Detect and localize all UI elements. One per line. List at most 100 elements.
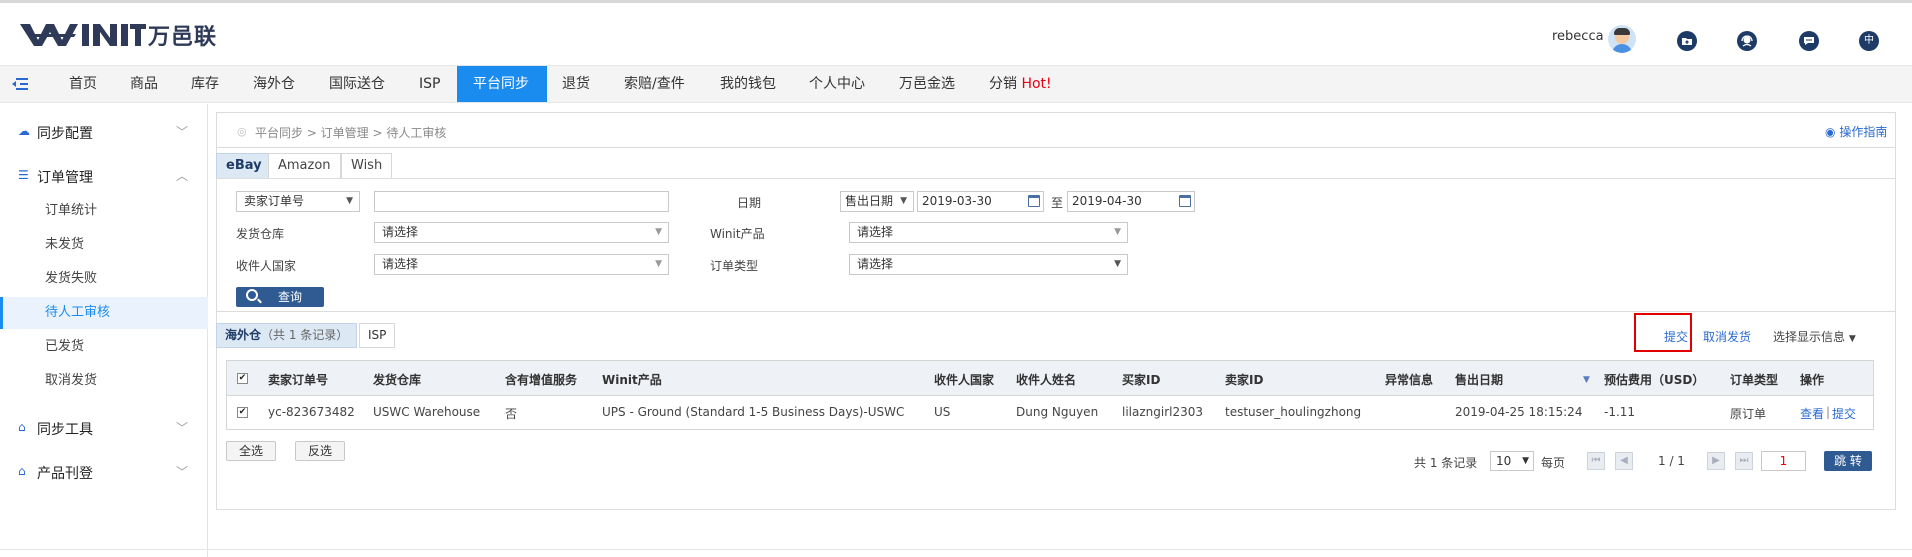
view-link[interactable]: 查看 (1800, 405, 1824, 422)
col-est-fee[interactable]: 预估费用（USD） (1604, 371, 1704, 388)
col-exception[interactable]: 异常信息 (1385, 371, 1433, 388)
page-number-input[interactable]: 1 (1761, 451, 1806, 471)
select-all-button[interactable]: 全选 (226, 441, 277, 461)
cell-sold-date: 2019-04-25 18:15:24 (1455, 405, 1583, 419)
date-to-input[interactable]: 2019-04-30 (1067, 191, 1195, 212)
dropdown-arrow-icon: ▼ (346, 196, 353, 206)
guide-link[interactable]: ◉ 操作指南 (1825, 123, 1887, 140)
calendar-icon[interactable] (1028, 195, 1040, 207)
last-page-icon[interactable]: ⏭ (1735, 452, 1753, 470)
orders-table: ✔ 卖家订单号 发货仓库 含有增值服务 Winit产品 收件人国家 收件人姓名 … (226, 360, 1874, 430)
language-icon[interactable]: 中 (1859, 31, 1879, 51)
next-page-icon[interactable]: ▶ (1707, 452, 1725, 470)
sidebar-item-order-stats[interactable]: 订单统计 (0, 195, 208, 227)
row-submit-link[interactable]: 提交 (1832, 405, 1856, 422)
tab-amazon[interactable]: Amazon (268, 153, 341, 179)
warehouse-value: 请选择 (382, 225, 419, 239)
country-select[interactable]: 请选择 ▼ (374, 254, 669, 275)
divider (0, 549, 1912, 550)
col-value-added[interactable]: 含有增值服务 (505, 371, 577, 388)
message-icon[interactable] (1799, 31, 1819, 51)
sidebar-group-order-management[interactable]: ☰ 订单管理 ︿ (0, 162, 208, 190)
sidebar-group-label: 同步配置 (37, 126, 93, 142)
nav-item-inventory[interactable]: 库存 (175, 66, 235, 102)
winit-logo[interactable]: 万邑联 (18, 17, 217, 53)
chevron-down-icon: ﹀ (176, 125, 189, 139)
order-no-input[interactable] (374, 191, 669, 212)
sidebar-group-product-listing[interactable]: ⌂ 产品刊登 ﹀ (0, 458, 208, 486)
caret-down-icon: ▼ (1848, 334, 1856, 344)
nav-item-isp[interactable]: ISP (403, 66, 456, 102)
sidebar-group-sync-tools[interactable]: ⌂ 同步工具 ﹀ (0, 414, 208, 442)
cell-country: US (934, 405, 951, 419)
table-row[interactable]: ✔ yc-823673482 USWC Warehouse 否 UPS - Gr… (227, 396, 1873, 429)
row-checkbox[interactable]: ✔ (237, 407, 248, 418)
col-country[interactable]: 收件人国家 (934, 371, 994, 388)
select-all-checkbox[interactable]: ✔ (237, 373, 248, 384)
col-warehouse[interactable]: 发货仓库 (373, 371, 421, 388)
country-label: 收件人国家 (236, 259, 297, 273)
divider (216, 509, 1896, 510)
tab-ebay[interactable]: eBay (216, 153, 272, 179)
warehouse-label: 发货仓库 (236, 227, 285, 241)
date-type-select[interactable]: 售出日期 ▼ (840, 191, 914, 212)
nav-item-claims[interactable]: 索赔/查件 (608, 66, 701, 102)
tab-wish[interactable]: Wish (341, 153, 393, 179)
sidebar-item-unshipped[interactable]: 未发货 (0, 229, 208, 261)
nav-item-platform-sync[interactable]: 平台同步 (457, 66, 547, 102)
jump-button[interactable]: 跳 转 (1824, 451, 1872, 471)
col-order-type[interactable]: 订单类型 (1730, 371, 1778, 388)
order-no-type-select[interactable]: 卖家订单号 ▼ (236, 191, 360, 212)
chevron-down-icon: ﹀ (176, 465, 189, 479)
folder-upload-icon[interactable] (1677, 31, 1697, 51)
hot-badge: Hot! (1021, 76, 1052, 92)
warehouse-select[interactable]: 请选择 ▼ (374, 222, 669, 243)
nav-item-intl-delivery[interactable]: 国际送仓 (313, 66, 401, 102)
first-page-icon[interactable]: ⏮ (1587, 452, 1605, 470)
date-from-input[interactable]: 2019-03-30 (917, 191, 1044, 212)
nav-item-wallet[interactable]: 我的钱包 (704, 66, 792, 102)
col-recipient[interactable]: 收件人姓名 (1016, 371, 1076, 388)
table-header: ✔ 卖家订单号 发货仓库 含有增值服务 Winit产品 收件人国家 收件人姓名 … (227, 361, 1873, 396)
sidebar-item-ship-failed[interactable]: 发货失败 (0, 263, 208, 295)
sidebar: ☁ 同步配置 ﹀ ☰ 订单管理 ︿ 订单统计 未发货 发货失败 待人工审核 已发… (0, 104, 208, 557)
pager-total: 共 1 条记录 (1414, 456, 1478, 470)
tab-overseas-warehouse[interactable]: 海外仓（共 1 条记录） (216, 323, 358, 348)
col-order-no[interactable]: 卖家订单号 (268, 371, 328, 388)
col-seller-id[interactable]: 卖家ID (1225, 371, 1263, 388)
nav-item-home[interactable]: 首页 (53, 66, 113, 102)
order-type-select[interactable]: 请选择 ▼ (849, 254, 1128, 275)
nav-item-overseas-warehouse[interactable]: 海外仓 (237, 66, 311, 102)
calendar-icon[interactable] (1179, 195, 1191, 207)
nav-item-returns[interactable]: 退货 (546, 66, 606, 102)
user-avatar[interactable] (1608, 25, 1636, 53)
username[interactable]: rebecca (1552, 29, 1604, 44)
col-product[interactable]: Winit产品 (602, 371, 662, 388)
breadcrumb-bar: ◎ 平台同步 > 订单管理 > 待人工审核 ◉ 操作指南 (216, 112, 1896, 148)
sidebar-item-pending-review[interactable]: 待人工审核 (0, 297, 208, 329)
tab-isp[interactable]: ISP (359, 323, 396, 348)
product-value: 请选择 (857, 225, 894, 239)
prev-page-icon[interactable]: ◀ (1615, 452, 1633, 470)
support-agent-icon[interactable] (1737, 31, 1757, 51)
search-button[interactable]: 查询 (236, 287, 324, 307)
col-sold-date[interactable]: 售出日期 (1455, 371, 1503, 388)
nav-item-distribution[interactable]: 分销 Hot! (973, 66, 1068, 102)
page-size-select[interactable]: 10 ▼ (1490, 451, 1534, 471)
sidebar-group-sync-config[interactable]: ☁ 同步配置 ﹀ (0, 118, 208, 146)
nav-item-personal-center[interactable]: 个人中心 (793, 66, 881, 102)
nav-item-winit-select[interactable]: 万邑金选 (883, 66, 971, 102)
menu-toggle-icon[interactable] (12, 76, 30, 92)
nav-item-products[interactable]: 商品 (114, 66, 174, 102)
select-display-dropdown[interactable]: 选择显示信息 ▼ (1773, 328, 1856, 345)
home-icon: ⌂ (18, 464, 26, 478)
sort-desc-icon[interactable]: ▼ (1583, 375, 1590, 385)
submit-button[interactable]: 提交 (1664, 328, 1688, 345)
sidebar-item-cancelled[interactable]: 取消发货 (0, 365, 208, 397)
invert-selection-button[interactable]: 反选 (295, 441, 346, 461)
col-actions: 操作 (1800, 373, 1825, 387)
cancel-ship-button[interactable]: 取消发货 (1703, 328, 1751, 345)
col-buyer-id[interactable]: 买家ID (1122, 371, 1160, 388)
product-select[interactable]: 请选择 ▼ (849, 222, 1128, 243)
sidebar-item-shipped[interactable]: 已发货 (0, 331, 208, 363)
